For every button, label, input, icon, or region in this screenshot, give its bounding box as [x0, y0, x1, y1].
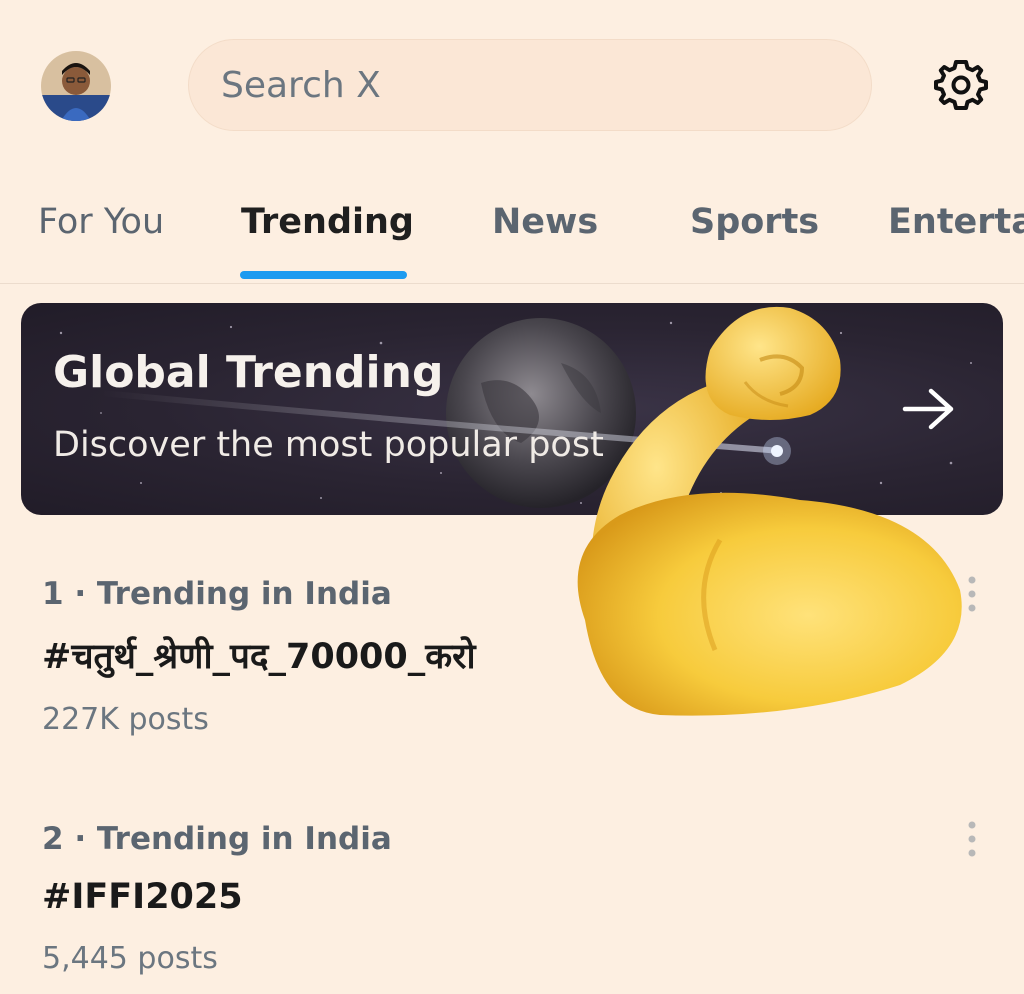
trend-post-count: 227K posts — [42, 702, 209, 737]
arrow-right-icon[interactable] — [901, 387, 957, 431]
trend-meta: 2 · Trending in India — [42, 821, 392, 857]
avatar[interactable] — [41, 51, 111, 121]
search-input[interactable]: Search X — [188, 39, 872, 131]
avatar-photo — [41, 51, 111, 121]
banner-subtitle: Discover the most popular post — [53, 425, 604, 465]
more-options-icon[interactable] — [958, 819, 986, 859]
banner-title: Global Trending — [53, 347, 444, 398]
settings-gear-icon[interactable] — [932, 56, 990, 114]
tab-for-you[interactable]: For You — [38, 202, 164, 242]
tab-sports[interactable]: Sports — [690, 202, 819, 242]
tab-trending[interactable]: Trending — [241, 202, 414, 242]
tab-bar: For You Trending News Sports Enterta — [0, 170, 1024, 284]
tab-entertainment[interactable]: Enterta — [888, 202, 1024, 242]
trend-meta: 1 · Trending in India — [42, 576, 392, 612]
banner-space-background — [59, 318, 972, 508]
more-options-icon[interactable] — [958, 574, 986, 614]
top-bar: Search X — [0, 0, 1024, 170]
trend-post-count: 5,445 posts — [42, 941, 218, 976]
tab-news[interactable]: News — [492, 202, 598, 242]
active-tab-indicator — [240, 271, 407, 279]
search-placeholder: Search X — [221, 64, 381, 106]
trend-name: #IFFI2025 — [42, 877, 243, 917]
trend-name: #चतुर्थ_श्रेणी_पद_70000_करो — [42, 637, 476, 677]
global-trending-banner[interactable]: Global Trending Discover the most popula… — [21, 303, 1003, 515]
trend-item[interactable]: 2 · Trending in India #IFFI2025 5,445 po… — [0, 805, 1024, 994]
trend-item[interactable]: 1 · Trending in India #चतुर्थ_श्रेणी_पद_… — [0, 560, 1024, 760]
